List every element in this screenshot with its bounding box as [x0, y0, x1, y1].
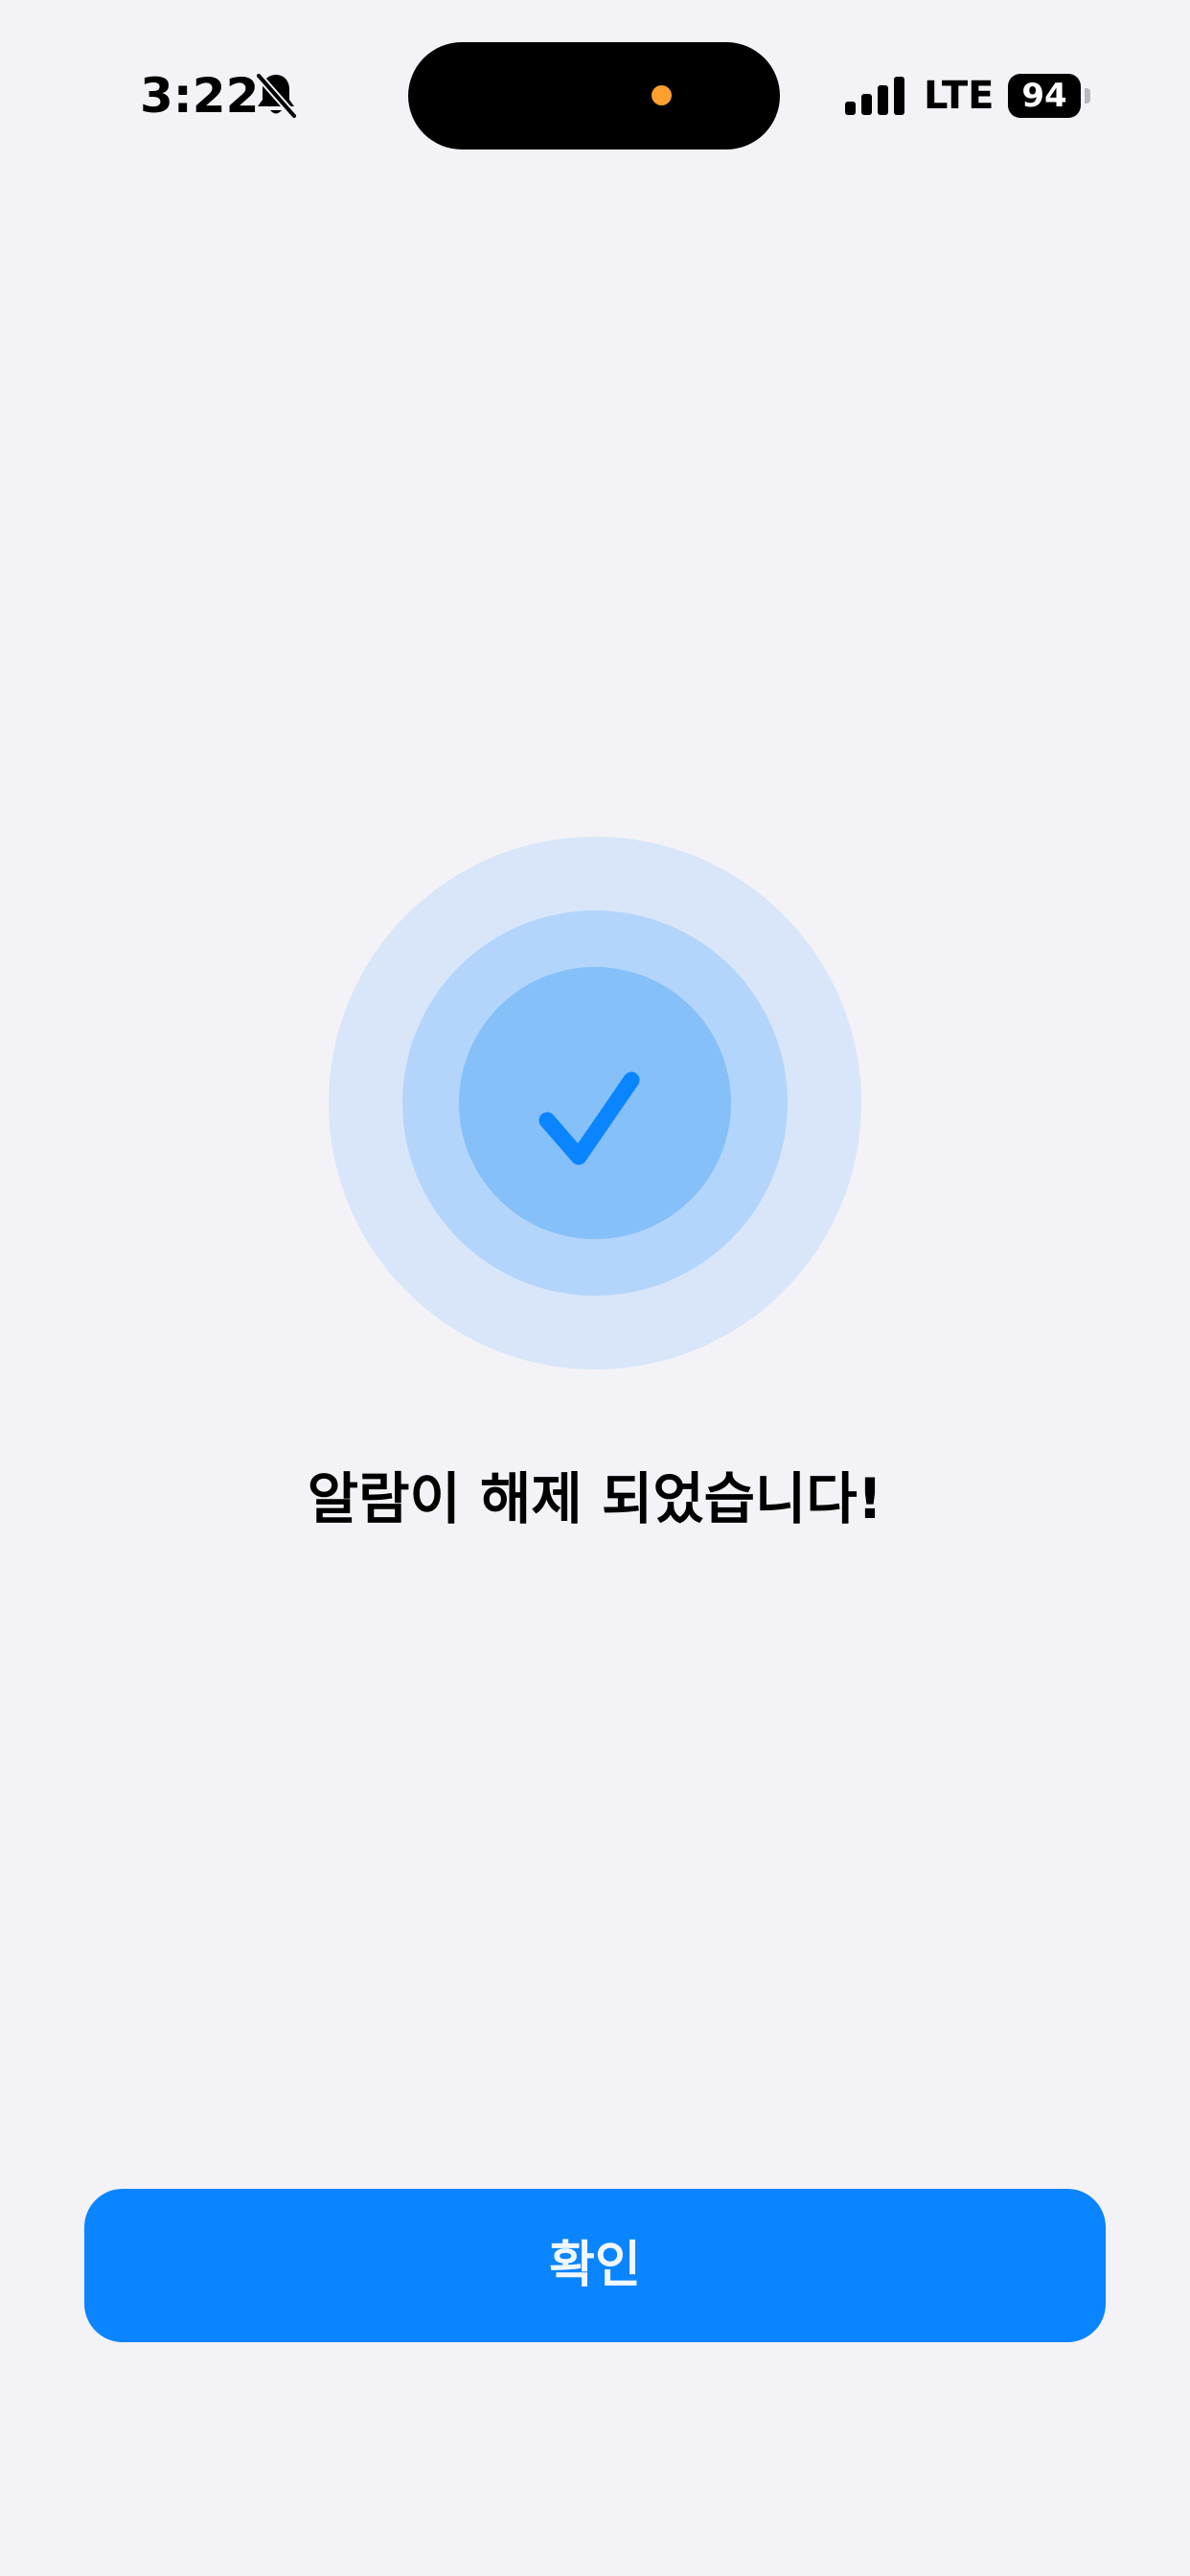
- battery-level-text: 94: [1021, 77, 1067, 115]
- bell-slash-icon: [255, 72, 298, 120]
- status-bar: 3:22 LTE 94: [0, 0, 1190, 192]
- dynamic-island: [408, 42, 780, 150]
- battery-body: 94: [1008, 74, 1081, 118]
- success-message: 알람이 해제 되었습니다!: [307, 1466, 883, 1531]
- network-type-label: LTE: [924, 74, 995, 118]
- confirm-button-label: 확인: [549, 2237, 641, 2294]
- cellular-signal-icon: [845, 77, 904, 115]
- battery-indicator: 94: [1008, 74, 1090, 118]
- battery-tip: [1085, 88, 1090, 104]
- privacy-indicator-dot: [652, 85, 672, 105]
- alarm-dismissed-screen: 3:22 LTE 94 알람이 해제 되었습니다! 확인: [0, 0, 1190, 2576]
- checkmark-icon: [538, 1071, 640, 1165]
- success-graphic: [329, 837, 861, 1369]
- status-time: 3:22: [140, 68, 260, 124]
- confirm-button[interactable]: 확인: [84, 2189, 1106, 2342]
